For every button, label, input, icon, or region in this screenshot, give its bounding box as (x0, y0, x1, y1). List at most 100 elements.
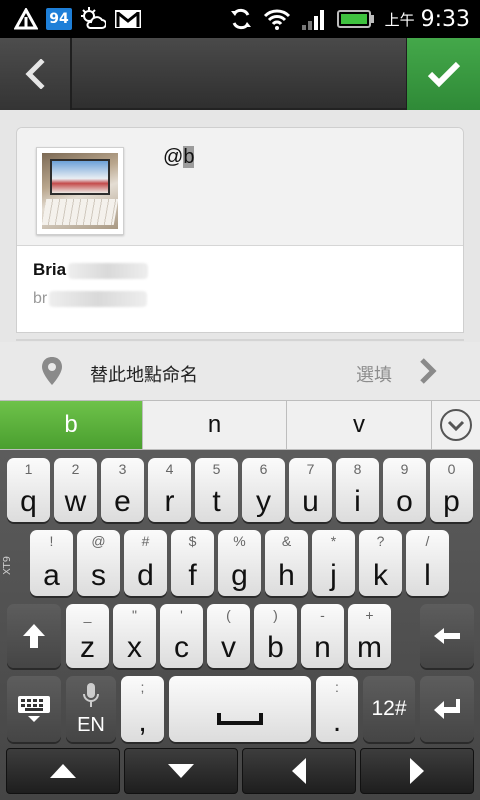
key-s[interactable]: @ s (77, 530, 120, 596)
key-q[interactable]: 1q (7, 458, 50, 522)
clock: 9:33 (420, 6, 470, 32)
key-hint: & (281, 533, 292, 549)
key-c[interactable]: ' c (160, 604, 203, 668)
key-j[interactable]: * j (312, 530, 355, 596)
suggested-user-id[interactable]: br (33, 290, 148, 308)
post-card: @b Bria br (16, 127, 464, 333)
key-b[interactable]: ) b (254, 604, 297, 668)
key-r[interactable]: 4r (148, 458, 191, 522)
key-w[interactable]: 2w (54, 458, 97, 522)
checkmark-icon (427, 61, 460, 88)
key-d[interactable]: # d (124, 530, 167, 596)
attached-photo[interactable] (36, 147, 124, 235)
key-a[interactable]: ! a (30, 530, 73, 596)
key-label: m (357, 631, 382, 664)
action-bar (0, 38, 480, 110)
key-hint: $ (188, 533, 197, 549)
key-label: t (212, 485, 221, 518)
key-hint: @ (91, 533, 106, 549)
key-label: . (332, 705, 342, 738)
key-label: i (354, 485, 361, 518)
key-label: o (396, 485, 413, 518)
key-hint: 3 (118, 461, 127, 477)
suggestion-item[interactable]: v (287, 401, 432, 449)
key-hint: 9 (400, 461, 409, 477)
cursor-right-key[interactable] (360, 748, 474, 794)
xt9-label: XT9 (2, 555, 13, 575)
key-z[interactable]: _ z (66, 604, 109, 668)
battery-icon (336, 6, 375, 32)
key-k[interactable]: ? k (359, 530, 402, 596)
shift-key[interactable] (7, 604, 61, 668)
confirm-button[interactable] (406, 38, 480, 110)
backspace-key[interactable] (420, 604, 474, 668)
key-label: k (373, 559, 388, 592)
key-g[interactable]: % g (218, 530, 261, 596)
key-label: y (256, 485, 271, 518)
cursor-up-key[interactable] (6, 748, 120, 794)
language-mic-key[interactable]: EN (66, 676, 116, 742)
chevron-right-icon (420, 358, 437, 384)
key-f[interactable]: $ f (171, 530, 214, 596)
suggestion-item[interactable]: n (143, 401, 287, 449)
period-key[interactable]: : . (316, 676, 358, 742)
suggestion-item[interactable]: b (0, 401, 143, 449)
key-e[interactable]: 3e (101, 458, 144, 522)
key-hint: - (320, 607, 325, 623)
key-u[interactable]: 7u (289, 458, 332, 522)
key-hint: # (141, 533, 150, 549)
key-x[interactable]: " x (113, 604, 156, 668)
key-label: n (314, 631, 331, 664)
key-o[interactable]: 9o (383, 458, 426, 522)
key-label: , (138, 705, 147, 738)
key-n[interactable]: -n (301, 604, 344, 668)
am-pm-label: 上午 (384, 10, 415, 29)
comma-key[interactable]: ; , (121, 676, 164, 742)
keyboard-settings-key[interactable] (7, 676, 61, 742)
key-label: d (137, 559, 154, 592)
key-h[interactable]: & h (265, 530, 308, 596)
suggestion-bar: b n v (0, 400, 480, 450)
key-label: l (424, 559, 431, 592)
key-label: a (43, 559, 60, 592)
space-key[interactable] (169, 676, 311, 742)
key-label: f (188, 559, 197, 592)
enter-key[interactable] (420, 676, 474, 742)
key-p[interactable]: 0p (430, 458, 473, 522)
key-label: x (127, 631, 142, 664)
key-hint: ! (49, 533, 54, 549)
arrow-right-icon (410, 758, 424, 784)
arrow-up-icon (50, 764, 76, 778)
key-hint: 7 (306, 461, 315, 477)
back-button[interactable] (0, 38, 72, 110)
collapse-suggestions-button[interactable] (432, 401, 480, 449)
key-m[interactable]: + m (348, 604, 391, 668)
key-label: c (174, 631, 189, 664)
key-hint: ? (376, 533, 385, 549)
optional-label: 選填 (356, 365, 392, 386)
cursor-down-key[interactable] (124, 748, 238, 794)
key-t[interactable]: 5t (195, 458, 238, 522)
post-input-area[interactable]: @b (17, 128, 463, 246)
key-hint: ' (180, 607, 183, 623)
key-label: z (80, 631, 95, 664)
suggested-user-name[interactable]: Bria (33, 260, 149, 280)
enter-arrow-icon (434, 699, 460, 719)
mention-prefix: @ (163, 146, 184, 168)
key-v[interactable]: (v (207, 604, 250, 668)
symbols-key[interactable]: 12# (363, 676, 415, 742)
key-i[interactable]: 8i (336, 458, 379, 522)
mention-cursor: b (183, 146, 195, 168)
cursor-left-key[interactable] (242, 748, 356, 794)
backspace-icon (434, 628, 460, 644)
key-y[interactable]: 6y (242, 458, 285, 522)
key-hint: 4 (165, 461, 174, 477)
post-text-input[interactable]: @b (163, 146, 195, 169)
location-row[interactable]: 替此地點命名 選填 (0, 342, 480, 400)
key-l[interactable]: / l (406, 530, 449, 596)
key-hint: + (365, 607, 374, 623)
key-hint: 8 (353, 461, 362, 477)
key-label: b (267, 631, 284, 664)
sync-icon (229, 6, 253, 32)
key-label: g (231, 559, 248, 592)
